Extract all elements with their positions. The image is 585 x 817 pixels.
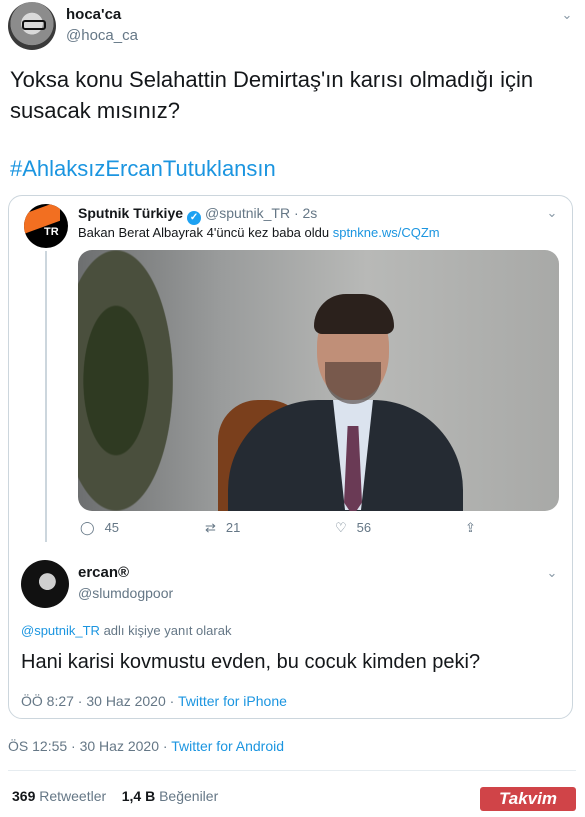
like-action[interactable]: ♡ 56	[335, 520, 371, 536]
reply-text: Hani karisi kovmustu evden, bu cocuk kim…	[21, 651, 481, 673]
like-icon: ♡	[335, 520, 347, 535]
likes-count[interactable]: 1,4 B	[122, 788, 155, 804]
retweets-count[interactable]: 369	[12, 788, 35, 804]
quoted-link[interactable]: sptnkne.ws/CQZm	[333, 225, 440, 240]
divider	[8, 770, 576, 771]
sputnik-logo-text: TR	[44, 226, 59, 238]
reply-label: adlı kişiye yanıt olarak	[99, 623, 232, 638]
share-icon: ⇪	[465, 520, 476, 535]
tweet-source[interactable]: Twitter for Android	[171, 738, 284, 754]
retweet-action[interactable]: ⇄ 21	[205, 520, 240, 536]
reply-source[interactable]: Twitter for iPhone	[178, 693, 287, 709]
reply-author-avatar[interactable]	[21, 560, 69, 608]
retweet-icon: ⇄	[205, 520, 216, 535]
plant-shape	[78, 250, 173, 511]
reply-author-handle[interactable]: @slumdogpoor	[78, 585, 173, 601]
reply-context: @sputnik_TR adlı kişiye yanıt olarak	[21, 623, 231, 638]
likes-label[interactable]: Beğeniler	[159, 788, 218, 804]
chevron-down-icon[interactable]: ⌄	[560, 8, 574, 22]
glasses-shape	[22, 20, 46, 30]
reply-author-name[interactable]: ercan®	[78, 564, 129, 581]
quoted-tweet-text: Bakan Berat Albayrak 4'üncü kez baba old…	[78, 225, 440, 240]
author-handle[interactable]: @hoca_ca	[66, 27, 138, 44]
quoted-author-handle[interactable]: @sputnik_TR · 2s	[205, 205, 317, 221]
hair-shape	[314, 294, 394, 334]
quoted-author-name[interactable]: Sputnik Türkiye	[78, 205, 183, 221]
tweet-text: Yoksa konu Selahattin Demirtaş'ın karısı…	[10, 67, 534, 123]
reply-timestamp[interactable]: ÖÖ 8:27 · 30 Haz 2020 ·	[21, 693, 178, 709]
chevron-down-icon[interactable]: ⌄	[545, 566, 559, 580]
author-name[interactable]: hoca'ca	[66, 6, 121, 23]
retweet-count: 21	[225, 520, 241, 535]
hashtag-link[interactable]: #AhlaksızErcanTutuklansın	[10, 156, 276, 182]
reply-action[interactable]: ◯ 45	[80, 520, 119, 536]
chevron-down-icon[interactable]: ⌄	[545, 206, 559, 220]
tweet-meta: ÖS 12:55 · 30 Haz 2020 · Twitter for And…	[8, 738, 284, 754]
thread-line	[45, 251, 47, 542]
tweet-stats: 369 Retweetler 1,4 B Beğeniler	[12, 788, 218, 804]
reply-meta: ÖÖ 8:27 · 30 Haz 2020 · Twitter for iPho…	[21, 693, 287, 709]
watermark-logo: Takvim	[480, 787, 576, 811]
tweet-photo[interactable]	[78, 250, 559, 511]
sputnik-avatar[interactable]: TR	[24, 204, 68, 248]
quoted-author-line: Sputnik Türkiye ✓ @sputnik_TR · 2s	[78, 205, 317, 225]
quoted-text: Bakan Berat Albayrak 4'üncü kez baba old…	[78, 225, 333, 240]
author-avatar[interactable]	[8, 2, 56, 50]
like-count: 56	[356, 520, 372, 535]
retweets-label[interactable]: Retweetler	[39, 788, 106, 804]
reply-icon: ◯	[80, 520, 95, 535]
beard-shape	[325, 362, 381, 404]
share-action[interactable]: ⇪	[465, 520, 486, 536]
reply-mention[interactable]: @sputnik_TR	[21, 623, 100, 638]
verified-icon: ✓	[187, 211, 202, 225]
reply-count: 45	[104, 520, 120, 535]
tweet-timestamp[interactable]: ÖS 12:55 · 30 Haz 2020 ·	[8, 738, 171, 754]
